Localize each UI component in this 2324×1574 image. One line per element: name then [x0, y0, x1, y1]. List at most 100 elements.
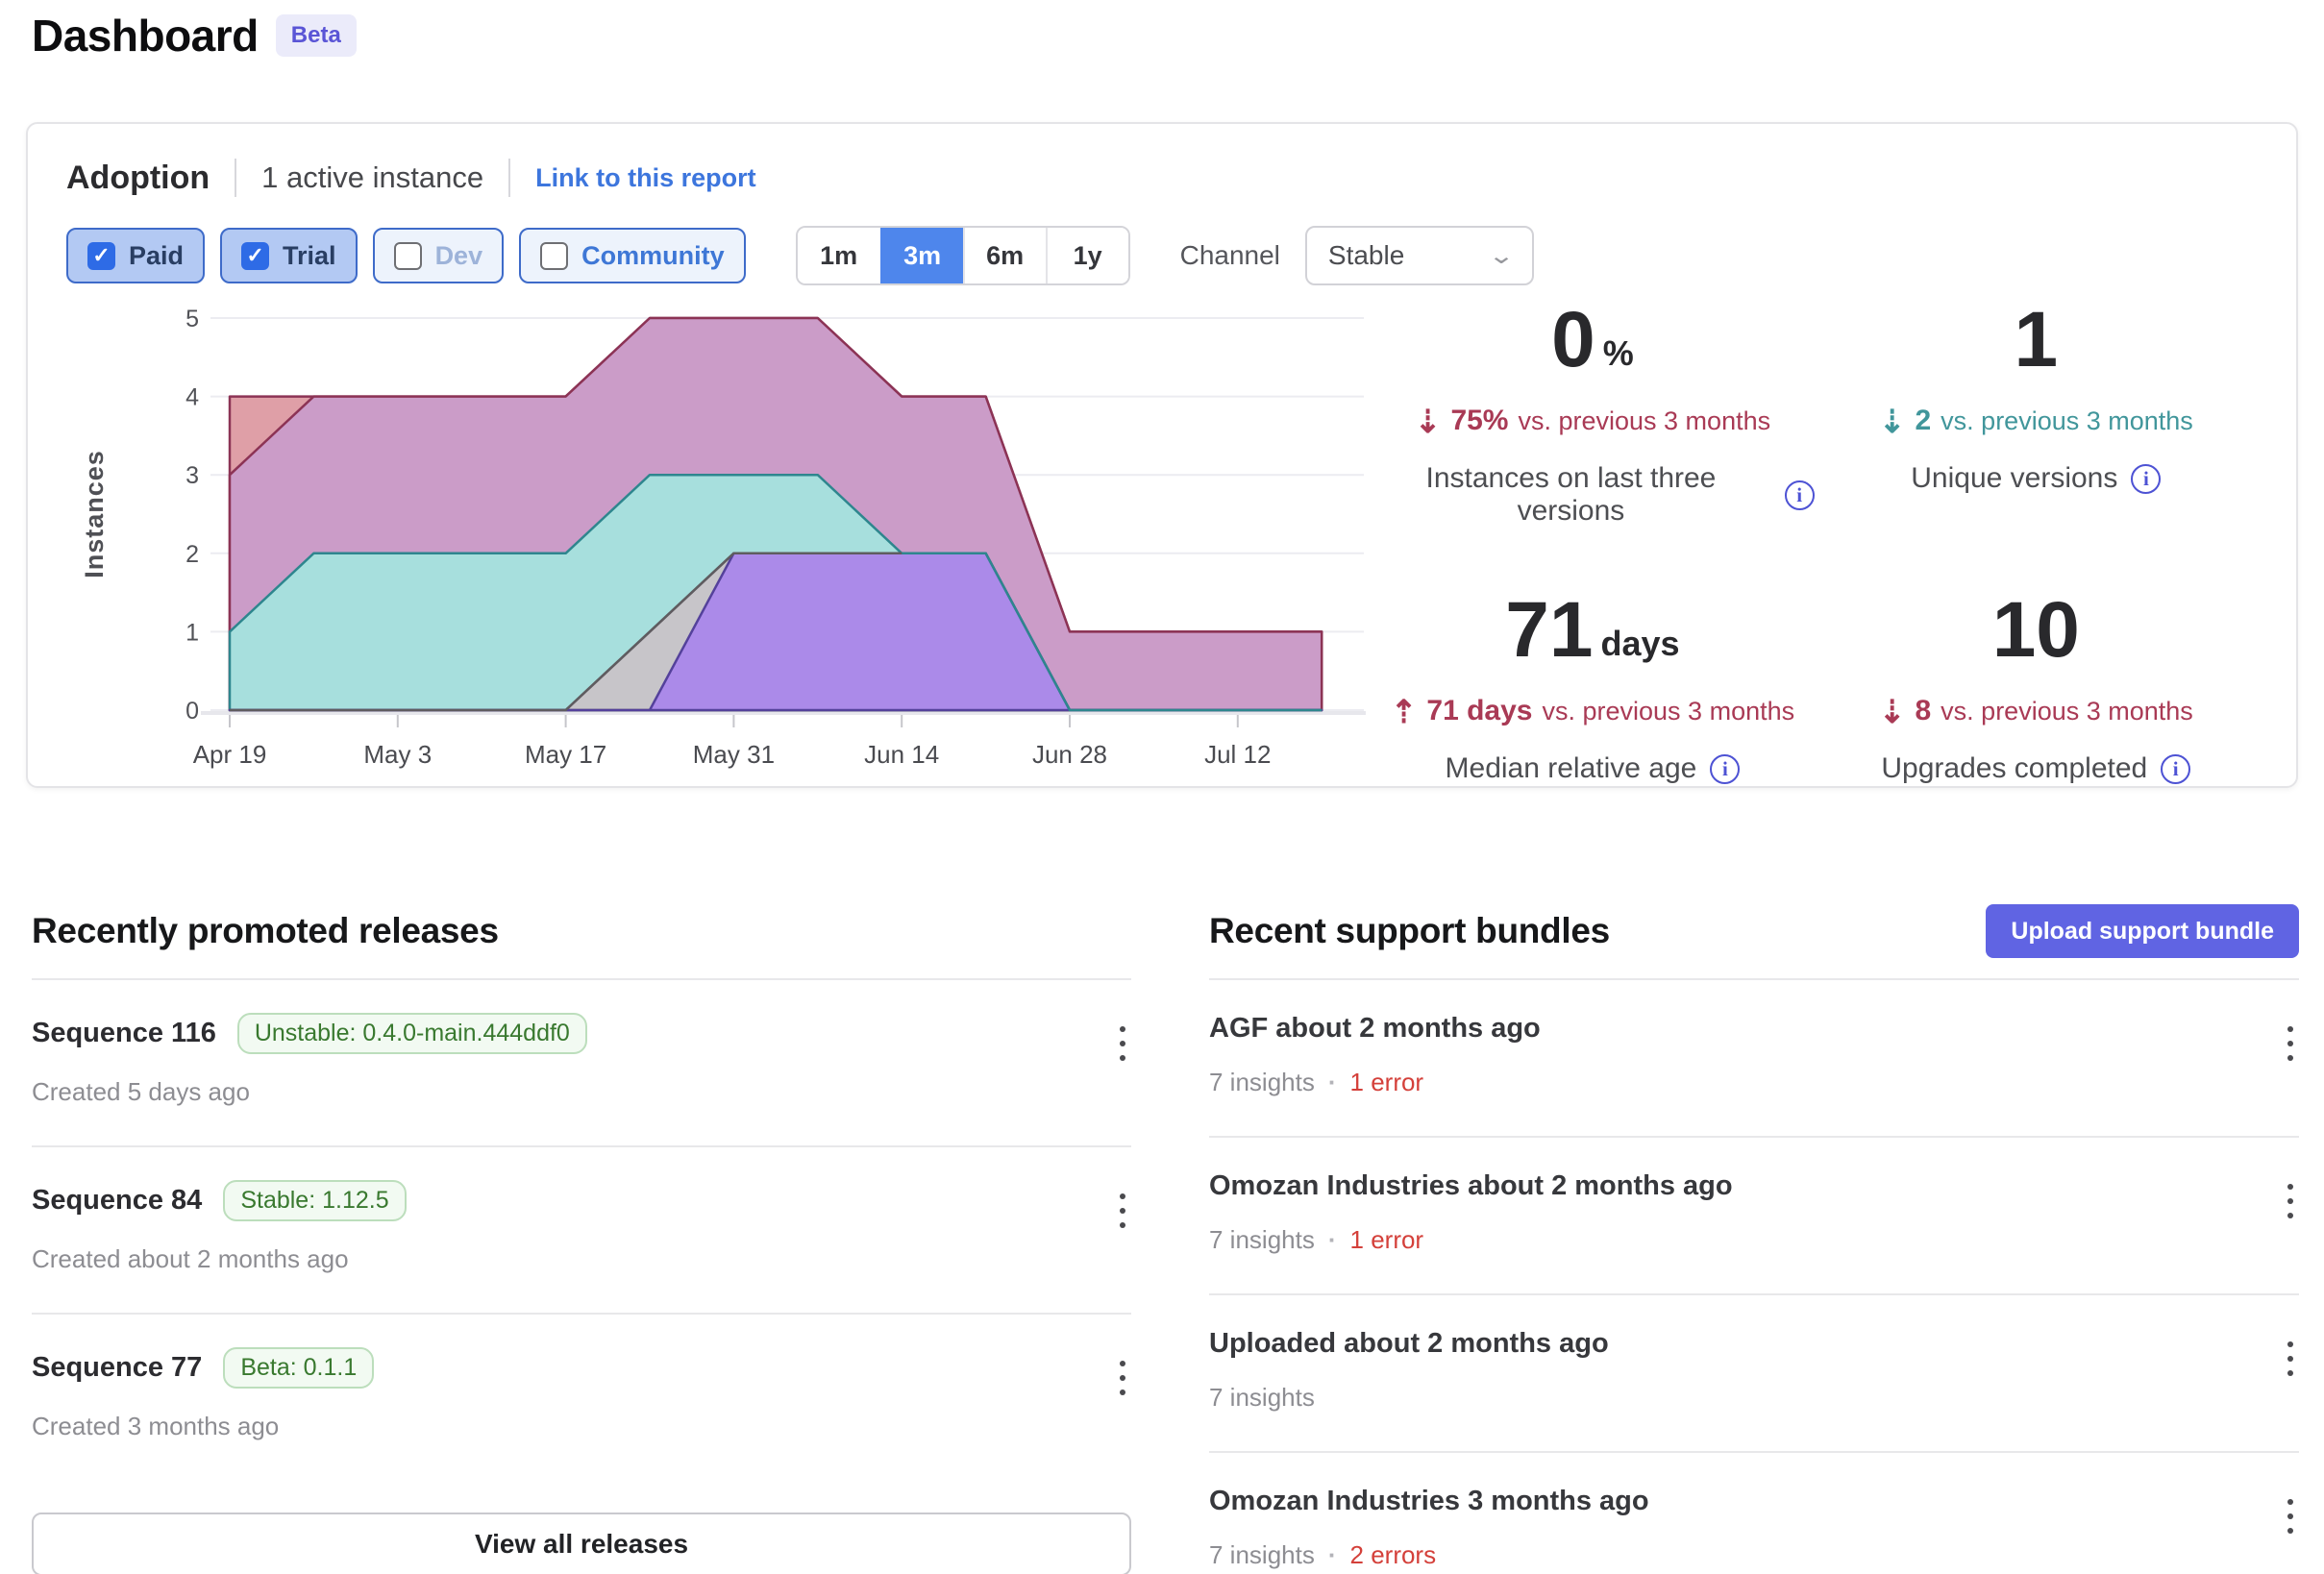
stat-value: 10	[1815, 591, 2258, 670]
stat-upgrades-completed: 10⇣8vs. previous 3 monthsUpgrades comple…	[1815, 591, 2258, 787]
bundle-errors: 1 error	[1350, 1225, 1424, 1255]
checkbox-checked-icon[interactable]: ✓	[241, 242, 269, 270]
stat-unit: days	[1601, 624, 1680, 670]
filter-pill-label: Trial	[283, 241, 336, 271]
bundle-errors: 2 errors	[1350, 1540, 1437, 1570]
stat-value: 1	[1815, 301, 2258, 380]
bundle-meta: 7 insights·1 error	[1209, 1225, 2241, 1255]
bundle-meta: 7 insights	[1209, 1383, 2241, 1413]
checkbox-checked-icon[interactable]: ✓	[87, 242, 115, 270]
stat-label: Unique versionsi	[1815, 462, 2258, 495]
channel-select[interactable]: Stable ⌄	[1305, 226, 1534, 285]
view-all-releases-button[interactable]: View all releases	[32, 1513, 1131, 1574]
kebab-menu-icon[interactable]	[1114, 1355, 1131, 1401]
time-range-segmented-control: 1m3m6m1y	[796, 226, 1130, 285]
range-button-1y[interactable]: 1y	[1046, 228, 1128, 283]
release-created: Created about 2 months ago	[32, 1244, 1074, 1274]
range-button-6m[interactable]: 6m	[963, 228, 1046, 283]
separator	[235, 159, 236, 197]
checkbox-unchecked-icon[interactable]	[540, 242, 568, 270]
info-icon[interactable]: i	[2131, 464, 2161, 494]
bundle-insights: 7 insights	[1209, 1225, 1315, 1255]
filter-pill-label: Paid	[129, 241, 184, 271]
releases-heading: Recently promoted releases	[32, 911, 499, 951]
stat-value: 71days	[1371, 591, 1814, 670]
stat-label: Instances on last three versionsi	[1371, 462, 1814, 528]
channel-control: Channel Stable ⌄	[1180, 226, 1534, 285]
y-tick-label: 0	[185, 698, 199, 725]
kebab-menu-icon[interactable]	[2282, 1021, 2299, 1067]
y-axis-title: Instances	[80, 450, 109, 578]
arrow-down-icon: ⇣	[1879, 696, 1906, 727]
link-to-report[interactable]: Link to this report	[535, 163, 756, 193]
kebab-menu-icon[interactable]	[2282, 1336, 2299, 1382]
release-title: Sequence 116	[32, 1018, 216, 1049]
active-instance-count: 1 active instance	[261, 160, 483, 195]
adoption-card: Adoption 1 active instance Link to this …	[26, 122, 2298, 788]
release-version-badge: Beta: 0.1.1	[223, 1347, 374, 1389]
adoption-controls: ✓ Paid ✓ Trial Dev Community 1m3m6m1y Channel…	[66, 226, 2258, 285]
filter-pill-dev[interactable]: Dev	[373, 228, 505, 283]
stat-change: ⇡71 daysvs. previous 3 months	[1371, 695, 1814, 727]
x-tick-label: Jun 28	[1032, 740, 1107, 769]
filter-pill-paid[interactable]: ✓ Paid	[66, 228, 205, 283]
bundle-title: Omozan Industries about 2 months ago	[1209, 1170, 1733, 1202]
upload-support-bundle-button[interactable]: Upload support bundle	[1986, 904, 2299, 958]
info-icon[interactable]: i	[2161, 754, 2190, 784]
chart-and-stats: 012345InstancesApr 19May 3May 17May 31Ju…	[66, 307, 2258, 787]
kebab-menu-icon[interactable]	[2282, 1178, 2299, 1224]
page-header: Dashboard Beta	[32, 10, 357, 61]
bundle-title: AGF about 2 months ago	[1209, 1013, 1541, 1045]
y-tick-label: 1	[185, 619, 199, 646]
bundle-row: Omozan Industries 3 months ago 7 insights…	[1209, 1453, 2299, 1574]
range-button-3m[interactable]: 3m	[880, 228, 963, 283]
bundle-title: Uploaded about 2 months ago	[1209, 1328, 1609, 1360]
stat-unique-versions: 1 ⇣2vs. previous 3 months Unique versionsi	[1815, 301, 2258, 529]
range-button-1m[interactable]: 1m	[798, 228, 880, 283]
adoption-title: Adoption	[66, 160, 210, 197]
kebab-menu-icon[interactable]	[1114, 1021, 1131, 1067]
bundle-row: Omozan Industries about 2 months ago 7 in…	[1209, 1138, 2299, 1293]
x-axis-line	[201, 711, 1366, 715]
y-tick-label: 5	[185, 307, 199, 332]
stat-change: ⇣2vs. previous 3 months	[1815, 405, 2258, 437]
release-created: Created 3 months ago	[32, 1412, 1074, 1441]
release-row: Sequence 116 Unstable: 0.4.0-main.444ddf0…	[32, 980, 1131, 1145]
stat-value: 0%	[1371, 301, 1814, 380]
x-tick-label: May 3	[363, 740, 432, 769]
stat-change: ⇣75%vs. previous 3 months	[1371, 405, 1814, 437]
arrow-down-icon: ⇣	[1879, 406, 1906, 437]
checkbox-unchecked-icon[interactable]	[394, 242, 422, 270]
bundle-title: Omozan Industries 3 months ago	[1209, 1486, 1649, 1517]
dashboard-page: Dashboard Beta Adoption 1 active instanc…	[0, 0, 2324, 1574]
bundle-errors: 1 error	[1350, 1068, 1424, 1097]
x-tick-label: Jun 14	[864, 740, 939, 769]
arrow-up-icon: ⇡	[1391, 696, 1418, 727]
release-title: Sequence 77	[32, 1352, 202, 1384]
stat-instances-on-last-three-versions: 0% ⇣75%vs. previous 3 months Instances on …	[1371, 301, 1814, 529]
x-tick-label: May 17	[525, 740, 606, 769]
kebab-menu-icon[interactable]	[2282, 1493, 2299, 1539]
x-tick-label: May 31	[693, 740, 775, 769]
filter-pill-trial[interactable]: ✓ Trial	[220, 228, 358, 283]
filter-pill-label: Dev	[435, 241, 483, 271]
releases-section: Recently promoted releases Sequence 116 U…	[32, 901, 1131, 1574]
chevron-down-icon: ⌄	[1488, 242, 1515, 270]
releases-header: Recently promoted releases	[32, 901, 1131, 961]
y-tick-label: 4	[185, 384, 199, 411]
license-filter-group: ✓ Paid ✓ Trial Dev Community	[66, 228, 761, 283]
adoption-stats-grid: 0% ⇣75%vs. previous 3 months Instances on …	[1371, 301, 2258, 787]
release-version-badge: Unstable: 0.4.0-main.444ddf0	[237, 1013, 587, 1054]
stat-change: ⇣8vs. previous 3 months	[1815, 695, 2258, 727]
info-icon[interactable]: i	[1710, 754, 1740, 784]
filter-pill-community[interactable]: Community	[519, 228, 746, 283]
release-row: Sequence 84Stable: 1.12.5Created about 2…	[32, 1147, 1131, 1313]
bundle-insights: 7 insights	[1209, 1068, 1315, 1097]
kebab-menu-icon[interactable]	[1114, 1188, 1131, 1234]
stat-label: Median relative agei	[1371, 752, 1814, 785]
bundle-insights: 7 insights	[1209, 1540, 1315, 1570]
bundle-insights: 7 insights	[1209, 1383, 1315, 1413]
channel-label: Channel	[1180, 240, 1280, 271]
stat-median-relative-age: 71days ⇡71 daysvs. previous 3 months Media…	[1371, 591, 1814, 787]
info-icon[interactable]: i	[1785, 480, 1815, 510]
